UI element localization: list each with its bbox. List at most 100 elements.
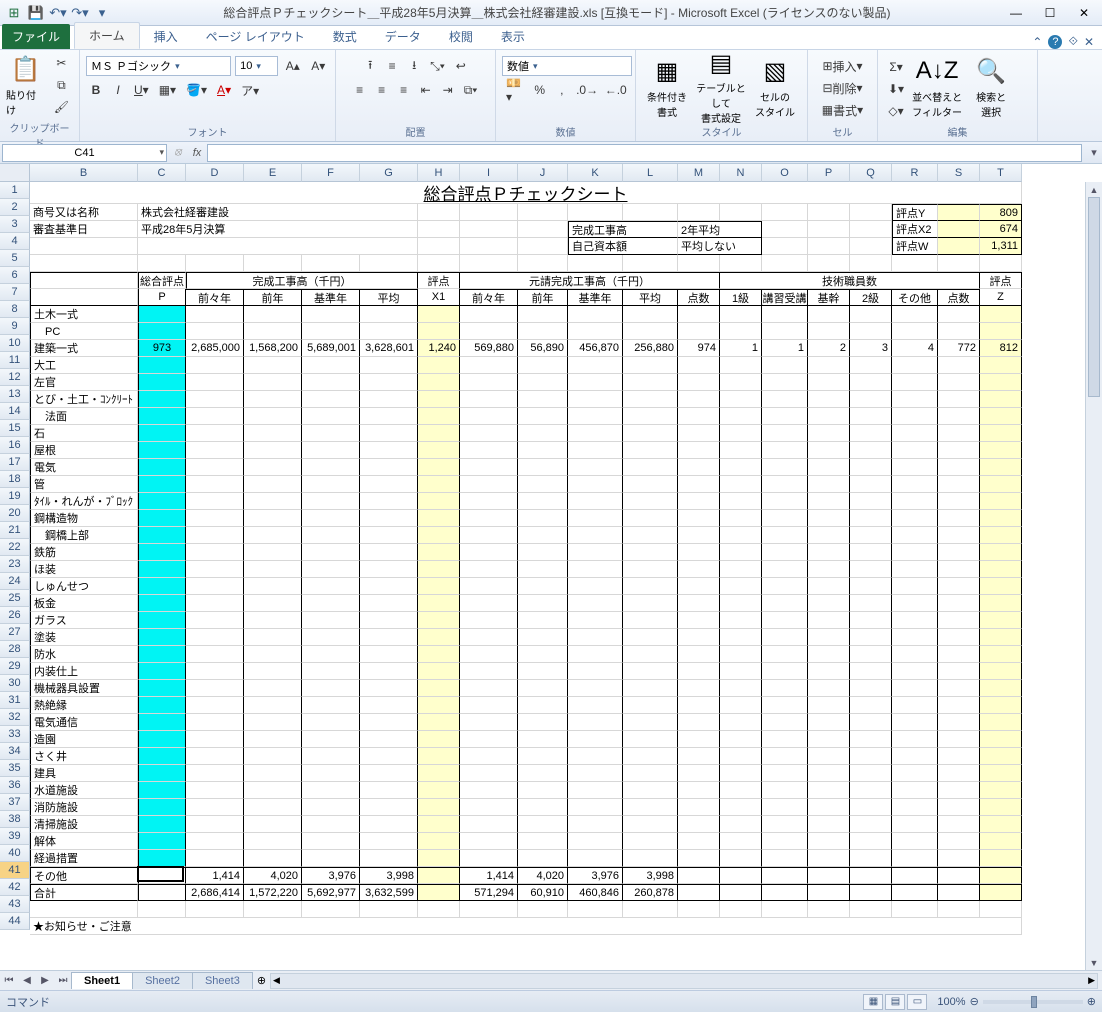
cell[interactable] [678,816,720,833]
cell[interactable]: 管 [30,476,138,493]
cell[interactable] [518,357,568,374]
redo-icon[interactable]: ↷▾ [70,3,90,23]
cell[interactable] [302,476,360,493]
cell[interactable] [938,612,980,629]
cell[interactable]: 1 [720,340,762,357]
cell[interactable] [302,714,360,731]
cell[interactable] [720,850,762,867]
tab-formulas[interactable]: 数式 [319,24,371,49]
name-box[interactable]: C41▾ [2,144,167,162]
shrink-font-button[interactable]: A▾ [307,56,329,76]
cell[interactable] [808,561,850,578]
cell[interactable]: 評点X2 [892,221,938,238]
cell[interactable] [762,833,808,850]
cell[interactable]: さく井 [30,748,138,765]
cell[interactable]: 基幹 [808,289,850,306]
cell[interactable] [808,646,850,663]
zoom-slider[interactable] [983,1000,1083,1004]
cell[interactable] [568,306,623,323]
cell[interactable] [808,391,850,408]
cell[interactable] [892,850,938,867]
cell[interactable]: 機械器具設置 [30,680,138,697]
cell[interactable] [850,799,892,816]
cell[interactable] [460,374,518,391]
cell[interactable]: 2年平均 [678,221,762,238]
cell[interactable] [138,527,186,544]
cell[interactable]: 合計 [30,884,138,901]
cell[interactable] [623,663,678,680]
cell[interactable] [568,799,623,816]
row-header-23[interactable]: 23 [0,556,30,573]
cell[interactable] [623,493,678,510]
cell[interactable] [418,408,460,425]
cell[interactable] [938,578,980,595]
cell[interactable] [302,425,360,442]
cell[interactable] [460,238,518,255]
col-header-H[interactable]: H [418,164,460,182]
cell[interactable] [938,408,980,425]
cell[interactable] [720,306,762,323]
zoom-level[interactable]: 100% [937,996,965,1008]
cell[interactable] [186,901,244,918]
cell[interactable]: その他 [30,867,138,884]
cell[interactable] [418,816,460,833]
cell[interactable] [980,493,1022,510]
cell[interactable] [138,714,186,731]
row-header-35[interactable]: 35 [0,760,30,777]
cell[interactable] [568,357,623,374]
cell[interactable] [186,680,244,697]
cell[interactable]: その他 [892,289,938,306]
cell[interactable] [518,561,568,578]
cell[interactable] [518,697,568,714]
cell[interactable] [360,306,418,323]
cell[interactable] [678,204,720,221]
cell[interactable] [302,612,360,629]
cell[interactable] [568,850,623,867]
cell[interactable] [302,510,360,527]
cell[interactable] [302,493,360,510]
cell[interactable] [518,255,568,272]
cell[interactable] [623,765,678,782]
cell[interactable] [892,408,938,425]
cell[interactable] [762,612,808,629]
cancel-icon[interactable]: ⦻ [169,146,187,159]
cell[interactable] [808,493,850,510]
cell[interactable] [518,391,568,408]
cell[interactable] [568,663,623,680]
cell[interactable] [360,782,418,799]
cell[interactable] [302,697,360,714]
cell[interactable] [186,595,244,612]
cell[interactable] [460,816,518,833]
cell[interactable] [568,595,623,612]
wrap-text-button[interactable]: ↩ [451,56,471,76]
row-header-17[interactable]: 17 [0,454,30,471]
cell[interactable] [808,510,850,527]
scroll-up-icon[interactable]: ▲ [1086,182,1102,197]
cell[interactable]: 569,880 [460,340,518,357]
cell[interactable]: 完成工事高 [568,221,678,238]
cell[interactable] [302,578,360,595]
cell[interactable] [720,527,762,544]
cell[interactable] [850,646,892,663]
cell[interactable] [460,714,518,731]
sheet-tab-3[interactable]: Sheet3 [192,972,253,989]
cell[interactable] [938,833,980,850]
cell[interactable]: 元請完成工事高（千円） [460,272,720,289]
cell[interactable] [138,255,186,272]
cell[interactable] [720,442,762,459]
cell[interactable] [360,408,418,425]
cell[interactable] [938,459,980,476]
cell[interactable] [418,425,460,442]
cell[interactable] [808,357,850,374]
cell[interactable] [892,510,938,527]
cell[interactable] [678,799,720,816]
cell[interactable] [938,493,980,510]
cell[interactable]: (講習受講) [762,289,808,306]
cell[interactable] [808,850,850,867]
cell[interactable] [623,714,678,731]
row-header-31[interactable]: 31 [0,692,30,709]
cell[interactable] [418,561,460,578]
cell[interactable] [623,408,678,425]
cell[interactable] [460,408,518,425]
cell[interactable] [808,765,850,782]
